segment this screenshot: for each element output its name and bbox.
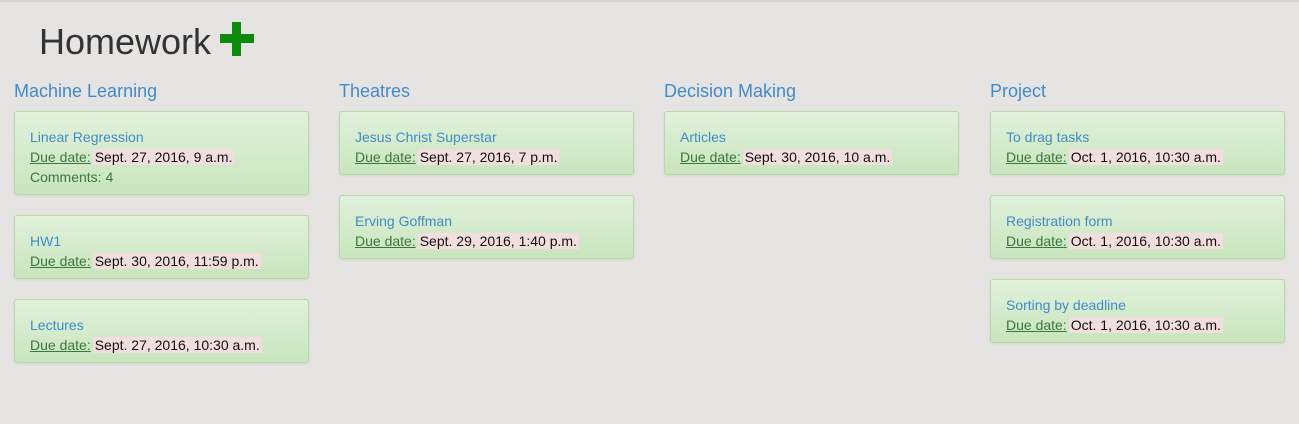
task-card[interactable]: To drag tasks Due date: Oct. 1, 2016, 10:…: [990, 111, 1285, 175]
due-row: Due date: Sept. 27, 2016, 7 p.m.: [355, 147, 618, 167]
task-name-link[interactable]: Erving Goffman: [355, 211, 618, 231]
due-date-value: Sept. 30, 2016, 10 a.m.: [742, 149, 893, 165]
column-theatres: Theatres Jesus Christ Superstar Due date…: [339, 79, 634, 279]
due-date-link[interactable]: Due date:: [680, 149, 741, 165]
column-title: Project: [990, 81, 1047, 101]
task-name-link[interactable]: Registration form: [1006, 211, 1269, 231]
task-name-link[interactable]: Lectures: [30, 315, 293, 335]
task-name-link[interactable]: Articles: [680, 127, 943, 147]
top-border: [0, 0, 1299, 2]
task-name-link[interactable]: To drag tasks: [1006, 127, 1269, 147]
due-date-value: Sept. 27, 2016, 9 a.m.: [92, 149, 235, 165]
page-header: Homework: [39, 20, 255, 64]
task-name-link[interactable]: HW1: [30, 231, 293, 251]
due-date-value: Oct. 1, 2016, 10:30 a.m.: [1068, 317, 1223, 333]
due-row: Due date: Oct. 1, 2016, 10:30 a.m.: [1006, 315, 1269, 335]
column-title: Decision Making: [664, 81, 797, 101]
column-title: Machine Learning: [14, 81, 158, 101]
due-date-value: Sept. 27, 2016, 7 p.m.: [417, 149, 560, 165]
due-row: Due date: Sept. 27, 2016, 9 a.m.: [30, 147, 293, 167]
due-date-link[interactable]: Due date:: [1006, 149, 1067, 165]
due-date-value: Oct. 1, 2016, 10:30 a.m.: [1068, 149, 1223, 165]
due-date-link[interactable]: Due date:: [355, 233, 416, 249]
due-row: Due date: Oct. 1, 2016, 10:30 a.m.: [1006, 147, 1269, 167]
due-row: Due date: Sept. 30, 2016, 11:59 p.m.: [30, 251, 293, 271]
due-row: Due date: Sept. 30, 2016, 10 a.m.: [680, 147, 943, 167]
column-project: Project To drag tasks Due date: Oct. 1, 2…: [990, 79, 1285, 363]
column-title: Theatres: [339, 81, 411, 101]
due-date-link[interactable]: Due date:: [30, 253, 91, 269]
task-card[interactable]: HW1 Due date: Sept. 30, 2016, 11:59 p.m.: [14, 215, 309, 279]
due-date-value: Oct. 1, 2016, 10:30 a.m.: [1068, 233, 1223, 249]
due-row: Due date: Oct. 1, 2016, 10:30 a.m.: [1006, 231, 1269, 251]
task-card[interactable]: Registration form Due date: Oct. 1, 2016,…: [990, 195, 1285, 259]
due-row: Due date: Sept. 29, 2016, 1:40 p.m.: [355, 231, 618, 251]
task-name-link[interactable]: Sorting by deadline: [1006, 295, 1269, 315]
add-plus-icon[interactable]: [220, 22, 255, 56]
task-card[interactable]: Jesus Christ Superstar Due date: Sept. 27…: [339, 111, 634, 175]
due-date-link[interactable]: Due date:: [1006, 233, 1067, 249]
due-date-link[interactable]: Due date:: [30, 149, 91, 165]
column-machine-learning: Machine Learning Linear Regression Due d…: [14, 79, 309, 383]
due-date-value: Sept. 27, 2016, 10:30 a.m.: [92, 337, 262, 353]
task-name-link[interactable]: Linear Regression: [30, 127, 293, 147]
task-card[interactable]: Linear Regression Due date: Sept. 27, 201…: [14, 111, 309, 195]
due-date-value: Sept. 30, 2016, 11:59 p.m.: [92, 253, 261, 269]
task-card[interactable]: Lectures Due date: Sept. 27, 2016, 10:30 …: [14, 299, 309, 363]
due-date-value: Sept. 29, 2016, 1:40 p.m.: [417, 233, 579, 249]
comments-count: Comments: 4: [30, 169, 114, 185]
due-date-link[interactable]: Due date:: [1006, 317, 1067, 333]
due-date-link[interactable]: Due date:: [355, 149, 416, 165]
task-name-link[interactable]: Jesus Christ Superstar: [355, 127, 618, 147]
task-card[interactable]: Sorting by deadline Due date: Oct. 1, 201…: [990, 279, 1285, 343]
task-card[interactable]: Articles Due date: Sept. 30, 2016, 10 a.m…: [664, 111, 959, 175]
due-date-link[interactable]: Due date:: [30, 337, 91, 353]
task-card[interactable]: Erving Goffman Due date: Sept. 29, 2016, …: [339, 195, 634, 259]
due-row: Due date: Sept. 27, 2016, 10:30 a.m.: [30, 335, 293, 355]
page-title: Homework: [39, 21, 212, 62]
plus-icon-vertical: [232, 22, 242, 56]
column-decision-making: Decision Making Articles Due date: Sept. …: [664, 79, 959, 195]
